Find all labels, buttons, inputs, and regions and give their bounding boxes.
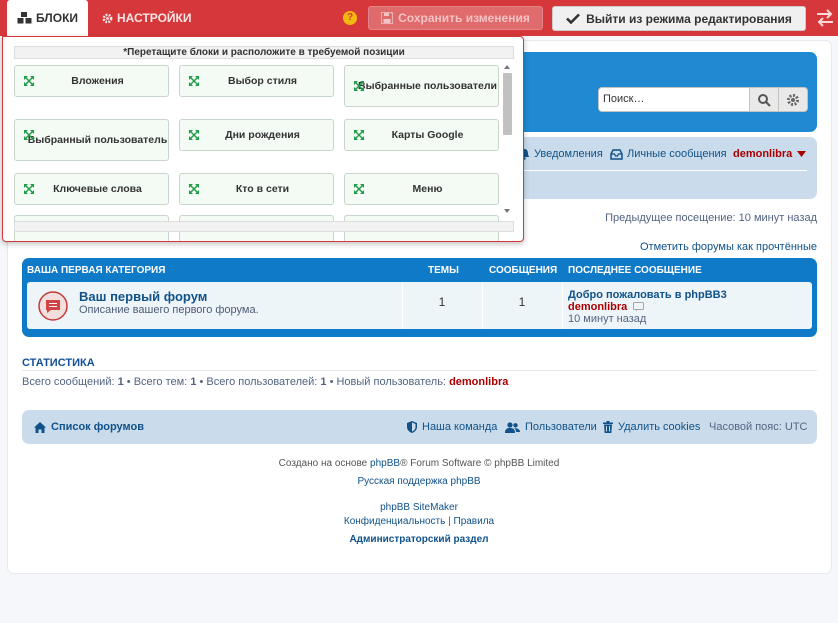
private-messages-link[interactable]: Личные сообщения (610, 148, 727, 160)
messages-label: Личные сообщения (627, 148, 727, 160)
block-item[interactable]: Выбранный пользователь (14, 119, 169, 161)
last-post-time: 10 минут назад (568, 313, 647, 325)
users-icon (505, 421, 520, 433)
help-icon[interactable]: ? (343, 11, 357, 25)
user-menu[interactable]: demonlibra (733, 148, 807, 160)
search-button[interactable] (749, 87, 779, 112)
save-changes-button[interactable]: Сохранить изменения (368, 6, 543, 30)
col-last-header: ПОСЛЕДНЕЕ СООБЩЕНИЕ (568, 265, 702, 276)
move-icon (24, 76, 34, 86)
view-post-icon[interactable] (633, 302, 645, 312)
inbox-icon (610, 148, 623, 160)
last-post-title-link[interactable]: Добро пожаловать в phpBB3 (568, 289, 727, 301)
tab-settings-label: НАСТРОЙКИ (117, 11, 192, 25)
move-icon (354, 130, 364, 140)
notifications-link[interactable]: Уведомления (519, 148, 603, 160)
cubes-icon (17, 12, 32, 24)
members-link[interactable]: Пользователи (505, 421, 597, 433)
search-icon (758, 93, 771, 107)
block-item[interactable]: Дни рождения (179, 119, 334, 151)
tab-blocks-label: БЛОКИ (35, 11, 79, 25)
exit-edit-mode-button[interactable]: Выйти из режима редактирования (552, 6, 806, 31)
timezone-label: Часовой пояс: UTC (709, 421, 808, 433)
gear-icon (787, 93, 799, 106)
sitemaker-link[interactable]: phpBB SiteMaker (380, 502, 458, 513)
block-item[interactable]: Кто в сети (179, 173, 334, 205)
scroll-up-icon (504, 65, 510, 69)
shield-icon (407, 421, 417, 433)
last-post-username: demonlibra (568, 301, 628, 313)
caret-down-icon (797, 151, 807, 157)
home-icon (34, 421, 46, 433)
blocks-scrollbar[interactable] (500, 58, 514, 218)
team-link[interactable]: Наша команда (407, 421, 497, 433)
category-title[interactable]: ВАША ПЕРВАЯ КАТЕГОРИЯ (27, 265, 165, 276)
trash-icon (603, 421, 613, 433)
block-item[interactable]: Вложения (14, 65, 169, 97)
advanced-search-button[interactable] (778, 87, 808, 112)
drag-hint: *Перетащите блоки и расположите в требуе… (14, 46, 514, 59)
last-visit: Предыдущее посещение: 10 минут назад (605, 212, 817, 224)
acp-link[interactable]: Администраторский раздел (349, 534, 488, 545)
floppy-icon (381, 12, 394, 24)
move-icon (354, 81, 364, 91)
statistics-heading: СТАТИСТИКА (22, 357, 95, 369)
search-input[interactable]: Поиск… (598, 87, 750, 112)
newest-user-link[interactable]: demonlibra (449, 376, 508, 388)
col-posts-header: СООБЩЕНИЯ (489, 265, 558, 276)
rules-link[interactable]: Правила (454, 516, 495, 527)
block-item[interactable]: Выбранные пользователи (344, 65, 499, 107)
forum-posts-count: 1 (518, 295, 526, 309)
check-icon (566, 13, 581, 24)
delete-cookies-link[interactable]: Удалить cookies (603, 421, 700, 433)
privacy-link[interactable]: Конфиденциальность (344, 516, 445, 527)
blocks-panel: *Перетащите блоки и расположите в требуе… (2, 36, 524, 242)
block-item[interactable]: Меню (344, 173, 499, 205)
statistics-text: Всего сообщений: 1 • Всего тем: 1 • Всег… (22, 376, 509, 388)
tab-settings[interactable]: НАСТРОЙКИ (102, 0, 191, 36)
forum-title-link[interactable]: Ваш первый форум (79, 289, 207, 304)
move-icon (354, 184, 364, 194)
forum-topics-count: 1 (438, 295, 446, 309)
mark-forums-read-link[interactable]: Отметить форумы как прочтённые (640, 241, 817, 253)
scrollbar-thumb[interactable] (503, 73, 512, 135)
move-icon (189, 130, 199, 140)
russian-support-link[interactable]: Русская поддержка phpBB (357, 476, 480, 487)
forum-read-icon (38, 291, 68, 321)
col-topics-header: ТЕМЫ (428, 265, 459, 276)
move-icon (24, 130, 34, 140)
last-post-author[interactable]: demonlibra (568, 301, 645, 313)
scroll-down-icon (504, 209, 510, 213)
swap-arrows-icon[interactable] (815, 9, 835, 27)
gear-icon (102, 13, 113, 23)
block-item[interactable]: Ключевые слова (14, 173, 169, 205)
forum-description: Описание вашего первого форума. (79, 304, 259, 316)
notifications-label: Уведомления (534, 148, 603, 160)
block-item[interactable]: Карты Google (344, 119, 499, 151)
move-icon (189, 76, 199, 86)
username: demonlibra (733, 148, 793, 160)
phpbb-link[interactable]: phpBB (370, 458, 400, 469)
tab-blocks[interactable]: БЛОКИ (7, 0, 88, 36)
move-icon (189, 184, 199, 194)
forum-list-link[interactable]: Список форумов (34, 421, 144, 433)
powered-by: Создано на основе phpBB® Forum Software … (278, 458, 560, 469)
move-icon (24, 184, 34, 194)
blocks-panel-footer (14, 221, 514, 232)
block-item[interactable]: Выбор стиля (179, 65, 334, 97)
